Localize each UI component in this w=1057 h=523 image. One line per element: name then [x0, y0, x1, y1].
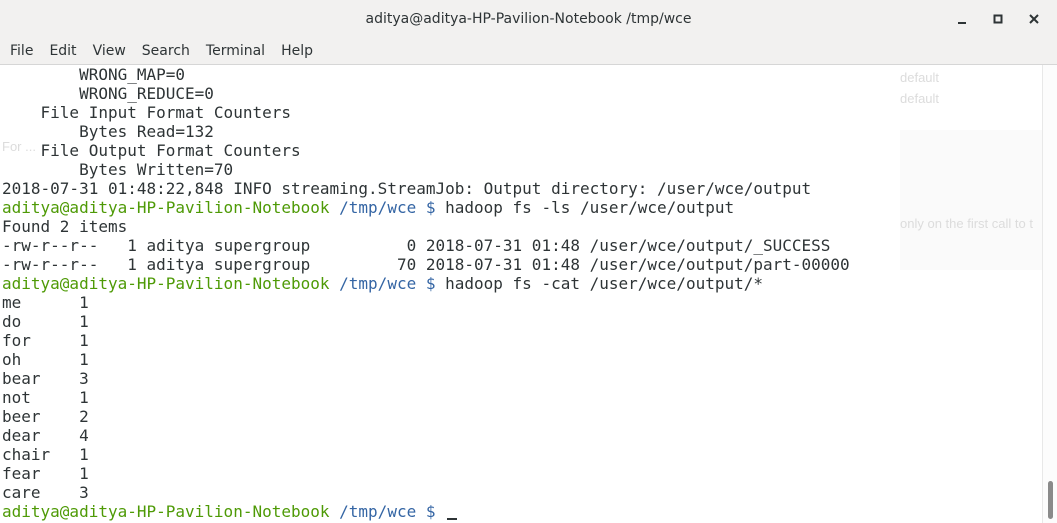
- scrollbar-thumb[interactable]: [1048, 481, 1053, 519]
- terminal-output-line: File Output Format Counters: [2, 141, 301, 160]
- terminal-output-line: for 1: [2, 331, 89, 350]
- terminal-output-line: Bytes Read=132: [2, 122, 214, 141]
- terminal-output-line: File Input Format Counters: [2, 103, 291, 122]
- maximize-button[interactable]: [987, 8, 1009, 30]
- terminal-output-line: not 1: [2, 388, 89, 407]
- prompt-command: hadoop fs -cat /user/wce/output/*: [435, 274, 763, 293]
- vertical-scrollbar[interactable]: [1042, 65, 1057, 523]
- title-bar[interactable]: aditya@aditya-HP-Pavilion-Notebook /tmp/…: [0, 0, 1057, 37]
- menu-search[interactable]: Search: [134, 43, 198, 59]
- menu-view[interactable]: View: [85, 43, 134, 59]
- menu-bar: File Edit View Search Terminal Help: [0, 37, 1057, 65]
- terminal-prompt-line: aditya@aditya-HP-Pavilion-Notebook /tmp/…: [2, 274, 763, 293]
- minimize-icon: [958, 21, 966, 24]
- terminal-output-line: care 3: [2, 483, 89, 502]
- terminal-output-line: fear 1: [2, 464, 89, 483]
- terminal-output-line: beer 2: [2, 407, 89, 426]
- terminal-output-line: Found 2 items: [2, 217, 128, 236]
- prompt-command: [435, 502, 445, 521]
- background-ghost-panel: [900, 130, 1043, 270]
- menu-help[interactable]: Help: [273, 43, 321, 59]
- terminal-output-line: do 1: [2, 312, 89, 331]
- menu-terminal[interactable]: Terminal: [198, 43, 273, 59]
- terminal-cursor: [447, 518, 458, 520]
- minimize-button[interactable]: [951, 8, 973, 30]
- menu-file[interactable]: File: [1, 43, 41, 59]
- close-button[interactable]: [1023, 8, 1045, 30]
- prompt-path: /tmp/wce $: [329, 502, 436, 521]
- prompt-command: hadoop fs -ls /user/wce/output: [435, 198, 735, 217]
- terminal-output-line: 2018-07-31 01:48:22,848 INFO streaming.S…: [2, 179, 812, 198]
- terminal-output-line: chair 1: [2, 445, 89, 464]
- terminal-output-line: -rw-r--r-- 1 aditya supergroup 70 2018-0…: [2, 255, 850, 274]
- maximize-icon: [993, 14, 1003, 23]
- window-title: aditya@aditya-HP-Pavilion-Notebook /tmp/…: [365, 10, 692, 27]
- prompt-user: aditya@aditya-HP-Pavilion-Notebook: [2, 274, 330, 293]
- terminal-output-line: oh 1: [2, 350, 89, 369]
- terminal-output-line: WRONG_MAP=0: [2, 65, 186, 84]
- background-ghost-text: only on the first call to t: [900, 216, 1033, 231]
- menu-edit[interactable]: Edit: [41, 43, 84, 59]
- window-controls: [951, 0, 1045, 37]
- background-ghost-text: default: [900, 70, 940, 85]
- terminal-prompt-line: aditya@aditya-HP-Pavilion-Notebook /tmp/…: [2, 198, 734, 217]
- terminal-output-line: Bytes Written=70: [2, 160, 234, 179]
- terminal-prompt-line: aditya@aditya-HP-Pavilion-Notebook /tmp/…: [2, 502, 458, 521]
- prompt-user: aditya@aditya-HP-Pavilion-Notebook: [2, 198, 330, 217]
- terminal-area[interactable]: default default For ... only on the firs…: [0, 65, 1043, 523]
- close-icon: [1029, 13, 1039, 24]
- prompt-user: aditya@aditya-HP-Pavilion-Notebook: [2, 502, 330, 521]
- prompt-path: /tmp/wce $: [329, 274, 436, 293]
- terminal-output-line: -rw-r--r-- 1 aditya supergroup 0 2018-07…: [2, 236, 831, 255]
- background-ghost-text: default: [900, 91, 940, 106]
- terminal-output-line: WRONG_REDUCE=0: [2, 84, 214, 103]
- terminal-output-line: dear 4: [2, 426, 89, 445]
- terminal-output-line: me 1: [2, 293, 89, 312]
- terminal-output-line: bear 3: [2, 369, 89, 388]
- prompt-path: /tmp/wce $: [329, 198, 436, 217]
